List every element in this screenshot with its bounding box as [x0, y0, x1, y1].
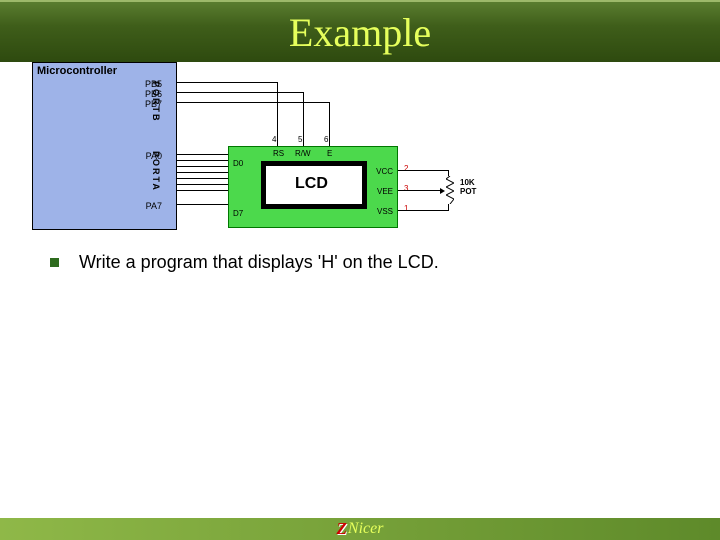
microcontroller-block: Microcontroller PORTB PORTA PB5 PB6 PB7 … [32, 62, 177, 230]
slide-header: Example [0, 0, 720, 62]
pin-pa0: PA0 [146, 151, 162, 161]
wire [177, 82, 277, 83]
logo-nicer: Nicer [348, 520, 384, 538]
pin-pa7: PA7 [146, 201, 162, 211]
slide-footer: Z Nicer [0, 518, 720, 540]
wire [177, 178, 228, 179]
bullet-row: Write a program that displays 'H' on the… [0, 252, 720, 273]
lcd-pin-vss: VSS [377, 207, 393, 216]
wire [177, 160, 228, 161]
circuit-diagram: Microcontroller PORTB PORTA PB5 PB6 PB7 … [0, 62, 720, 242]
wiper-arrow-icon [440, 188, 445, 194]
lcd-pin-rw: R/W [295, 149, 311, 158]
pot-label: 10K POT [460, 178, 476, 196]
lcd-pin-e: E [327, 149, 332, 158]
num-2: 2 [404, 164, 408, 173]
lcd-top-num-6: 6 [324, 135, 328, 144]
slide-title: Example [289, 9, 431, 56]
wire [177, 190, 228, 191]
wire [177, 166, 228, 167]
lcd-pin-rs: RS [273, 149, 284, 158]
mcu-label: Microcontroller [37, 65, 117, 77]
wire [177, 92, 303, 93]
logo-z: Z [337, 519, 347, 539]
wire [177, 154, 228, 155]
lcd-top-num-4: 4 [272, 135, 276, 144]
wire [329, 102, 330, 146]
lcd-pin-vcc: VCC [376, 167, 393, 176]
lcd-module: LCD RS R/W E D0 D7 VCC VEE VSS [228, 146, 398, 228]
num-1: 1 [404, 204, 408, 213]
wire [177, 204, 228, 205]
wire [303, 92, 304, 146]
lcd-top-num-5: 5 [298, 135, 302, 144]
num-3: 3 [404, 184, 408, 193]
wire [398, 210, 448, 211]
bullet-square-icon [50, 258, 59, 267]
wire [448, 204, 449, 211]
wire [398, 190, 440, 191]
wire [177, 184, 228, 185]
potentiometer-icon [446, 176, 451, 198]
pin-pb5: PB5 [145, 79, 162, 89]
pin-pb6: PB6 [145, 89, 162, 99]
lcd-pin-d0: D0 [233, 159, 243, 168]
lcd-pin-vee: VEE [377, 187, 393, 196]
lcd-pin-d7: D7 [233, 209, 243, 218]
wire [177, 102, 329, 103]
wire [398, 170, 448, 171]
wire [177, 172, 228, 173]
pin-pb7: PB7 [145, 99, 162, 109]
lcd-label: LCD [295, 175, 328, 193]
bullet-text: Write a program that displays 'H' on the… [79, 252, 439, 273]
